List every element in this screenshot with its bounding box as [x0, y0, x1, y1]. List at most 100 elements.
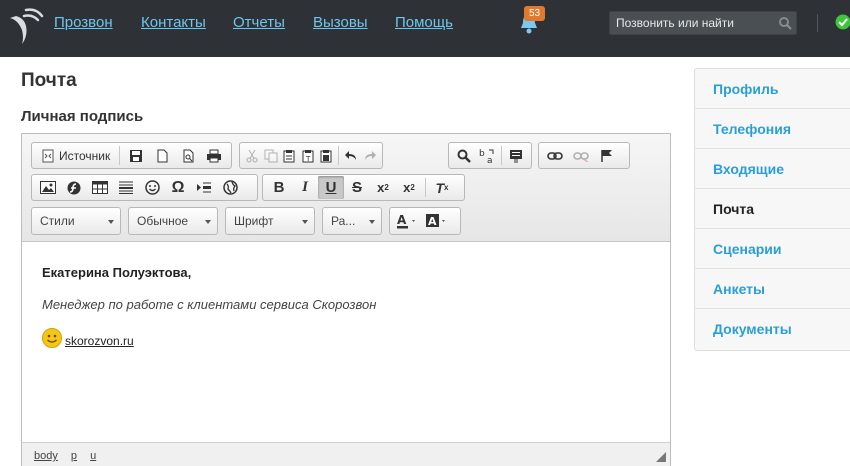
anchor-button[interactable]: [594, 144, 620, 167]
nav-link-reports[interactable]: Отчеты: [233, 14, 285, 31]
nav-link-help[interactable]: Помощь: [395, 14, 453, 31]
undo-button[interactable]: [342, 144, 360, 167]
chevron-down-icon: [108, 220, 114, 224]
strikethrough-button[interactable]: S: [344, 176, 370, 199]
search-input[interactable]: [616, 15, 776, 31]
toolbar-group-insert: Ω: [31, 174, 258, 201]
special-char-button[interactable]: Ω: [165, 176, 191, 199]
sidebar-item-mail[interactable]: Почта: [695, 189, 850, 229]
font-dropdown[interactable]: Шрифт: [225, 207, 315, 235]
iframe-button[interactable]: [217, 176, 243, 199]
paste-word-button[interactable]: [317, 144, 335, 167]
select-all-icon: [510, 149, 523, 162]
copy-icon: [264, 149, 278, 162]
replace-button[interactable]: ba: [475, 144, 498, 167]
smiley-button[interactable]: [139, 176, 165, 199]
underline-button[interactable]: U: [318, 176, 344, 199]
status-ok-icon: [835, 14, 850, 30]
subscript-button[interactable]: x2: [370, 176, 396, 199]
divider: [425, 178, 426, 197]
font-size-dropdown[interactable]: Ра...: [322, 207, 382, 235]
find-button[interactable]: [452, 144, 475, 167]
nav-link-prozvon[interactable]: Прозвон: [54, 14, 113, 31]
flag-icon: [601, 149, 612, 162]
nav-link-contacts[interactable]: Контакты: [141, 14, 206, 31]
sidebar-item-profile[interactable]: Профиль: [695, 69, 850, 109]
divider: [501, 146, 502, 165]
resize-handle-icon[interactable]: [656, 452, 666, 462]
top-navigation-bar: Прозвон Контакты Отчеты Вызовы Помощь 53: [0, 0, 850, 57]
notification-badge: 53: [524, 6, 546, 21]
sidebar-item-incoming[interactable]: Входящие: [695, 149, 850, 189]
remove-format-button[interactable]: Tx: [429, 176, 455, 199]
unlink-icon: [573, 151, 589, 162]
settings-sidebar: Профиль Телефония Входящие Почта Сценари…: [694, 68, 850, 351]
print-button[interactable]: [201, 144, 227, 167]
italic-button[interactable]: I: [292, 176, 318, 199]
toolbar-group-clipboard: T: [239, 142, 383, 169]
path-p[interactable]: p: [71, 450, 77, 462]
signature-link-row: skorozvon.ru: [42, 328, 650, 348]
path-body[interactable]: body: [34, 450, 58, 462]
nav-link-calls[interactable]: Вызовы: [313, 14, 368, 31]
background-color-icon: A: [426, 214, 445, 228]
text-color-button[interactable]: A: [393, 210, 423, 233]
select-all-button[interactable]: [505, 144, 528, 167]
font-size-label: Ра...: [331, 214, 356, 228]
image-icon: [40, 181, 56, 194]
preview-icon: [183, 149, 194, 162]
source-button[interactable]: Источник: [35, 144, 116, 167]
format-dropdown[interactable]: Обычное: [128, 207, 218, 235]
new-page-button[interactable]: [149, 144, 175, 167]
paste-button[interactable]: [280, 144, 298, 167]
link-button[interactable]: [542, 144, 568, 167]
search-box: [609, 11, 797, 35]
chevron-down-icon: [369, 220, 375, 224]
toolbar-group-links: [538, 142, 630, 169]
paste-word-icon: [320, 149, 332, 162]
horizontal-rule-button[interactable]: [113, 176, 139, 199]
preview-button[interactable]: [175, 144, 201, 167]
paste-icon: [283, 149, 295, 162]
background-color-button[interactable]: A: [423, 210, 453, 233]
sidebar-item-scenarios[interactable]: Сценарии: [695, 229, 850, 269]
svg-text:A: A: [428, 215, 437, 228]
unlink-button[interactable]: [568, 144, 594, 167]
signature-website-link[interactable]: skorozvon.ru: [65, 334, 134, 348]
image-button[interactable]: [35, 176, 61, 199]
undo-icon: [345, 150, 357, 160]
smiley-emoji-icon: [42, 328, 62, 348]
path-u[interactable]: u: [90, 450, 96, 462]
redo-button[interactable]: [361, 144, 379, 167]
svg-text:b: b: [479, 149, 485, 159]
editor-content-area[interactable]: Екатерина Полуэктова, Менеджер по работе…: [22, 243, 670, 441]
table-button[interactable]: [87, 176, 113, 199]
page-break-icon: [197, 182, 211, 193]
save-button[interactable]: [123, 144, 149, 167]
toolbar-group-document: Источник: [31, 142, 232, 169]
svg-text:T: T: [305, 155, 311, 163]
source-icon: [42, 149, 54, 162]
cut-button[interactable]: [243, 144, 261, 167]
link-icon: [547, 151, 563, 160]
bold-button[interactable]: B: [266, 176, 292, 199]
toolbar-group-find: ba: [448, 142, 532, 169]
copy-button[interactable]: [261, 144, 279, 167]
sidebar-item-forms[interactable]: Анкеты: [695, 269, 850, 309]
divider: [338, 146, 340, 165]
page-title: Почта: [21, 70, 77, 91]
horizontal-rule-icon: [119, 181, 133, 194]
logo-icon[interactable]: [4, 6, 44, 46]
chevron-down-icon: [205, 220, 211, 224]
sidebar-item-documents[interactable]: Документы: [695, 309, 850, 349]
superscript-button[interactable]: x2: [396, 176, 422, 199]
paste-text-button[interactable]: T: [298, 144, 316, 167]
flash-button[interactable]: [61, 176, 87, 199]
search-icon[interactable]: [778, 16, 792, 30]
scissors-icon: [246, 149, 258, 162]
toolbar-group-formatting: B I U S x2 x2 Tx: [262, 174, 465, 201]
styles-dropdown[interactable]: Стили: [31, 207, 121, 235]
page-break-button[interactable]: [191, 176, 217, 199]
globe-icon: [222, 180, 238, 195]
sidebar-item-telephony[interactable]: Телефония: [695, 109, 850, 149]
